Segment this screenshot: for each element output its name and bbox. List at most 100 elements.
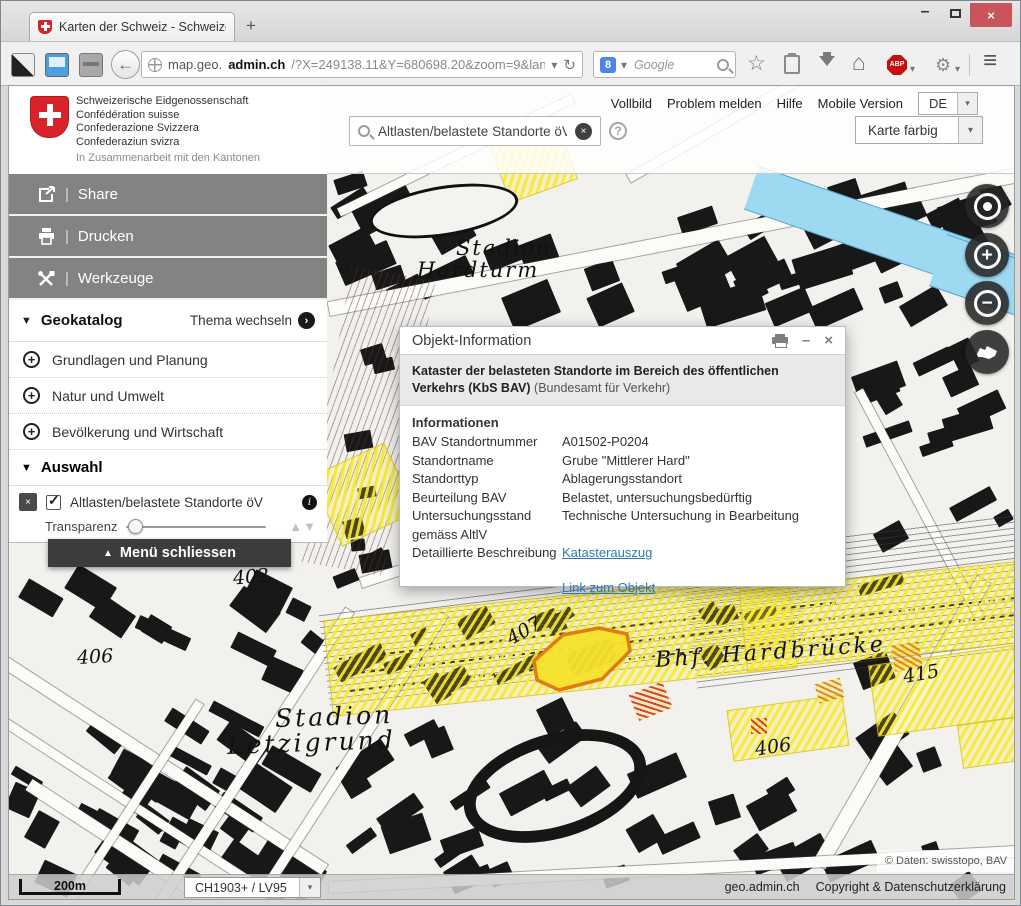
- info-row: BAV StandortnummerA01502-P0204: [412, 433, 833, 452]
- adblock-dropdown-icon[interactable]: ▾: [910, 60, 915, 80]
- transparency-slider[interactable]: [126, 519, 266, 534]
- search-help-icon[interactable]: ?: [609, 122, 627, 140]
- site-header: Schweizerische Eidgenossenschaft Confédé…: [9, 86, 1014, 174]
- category-grundlagen[interactable]: + Grundlagen und Planung: [9, 342, 327, 378]
- back-button[interactable]: ←: [111, 50, 140, 79]
- addon-window-icon[interactable]: [45, 53, 69, 77]
- selection-header[interactable]: ▼ Auswahl: [9, 450, 327, 486]
- window-close-button[interactable]: ×: [970, 3, 1012, 27]
- tools-icon: [37, 270, 56, 287]
- slider-thumb[interactable]: [128, 519, 143, 534]
- map-search-input[interactable]: [376, 123, 569, 140]
- popup-body: Informationen BAV StandortnummerA01502-P…: [400, 406, 845, 606]
- map-label: Bhf. Hardbrücke: [654, 632, 886, 673]
- popup-titlebar[interactable]: Objekt-Information – ×: [400, 327, 845, 354]
- link-problem-melden[interactable]: Problem melden: [667, 96, 762, 111]
- search-engine-bar[interactable]: 8 ▾: [593, 51, 736, 78]
- layer-checkbox[interactable]: ✓: [46, 495, 61, 510]
- collapse-icon: ▼: [21, 462, 32, 474]
- zoom-out-button[interactable]: −: [965, 281, 1009, 325]
- minus-icon: −: [974, 290, 1001, 317]
- sidebar-item-print[interactable]: | Drucken: [9, 216, 327, 256]
- expand-icon: +: [23, 387, 40, 404]
- info-row: Untersuchungsstand gemäss AltlVTechnisch…: [412, 507, 833, 544]
- transparency-row: Transparenz ▲▼: [19, 519, 317, 534]
- addon-dropdown-icon[interactable]: ▾: [955, 60, 960, 80]
- expand-icon: +: [23, 423, 40, 440]
- link-vollbild[interactable]: Vollbild: [611, 96, 652, 111]
- zoom-in-button[interactable]: +: [965, 233, 1009, 277]
- object-link[interactable]: Link zum Objekt: [562, 580, 655, 595]
- web-search-input[interactable]: [632, 57, 712, 73]
- printer-icon: [37, 228, 56, 245]
- info-row: StandortnameGrube "Mittlerer Hard": [412, 452, 833, 471]
- close-icon[interactable]: ×: [824, 333, 833, 348]
- map-style-select[interactable]: Karte farbig ▾: [855, 116, 983, 144]
- language-select[interactable]: DE ▾: [918, 92, 978, 115]
- scale-bar: 200m: [19, 879, 121, 895]
- map-attribution: © Daten: swisstopo, BAV: [877, 850, 1014, 872]
- elevation-label: 415: [901, 660, 941, 688]
- print-icon[interactable]: [772, 334, 788, 347]
- collapse-icon: ▼: [21, 315, 32, 327]
- sidebar: | Share | Drucken | Werkzeuge ▼ Geokatal…: [9, 174, 327, 543]
- info-row: Beurteilung BAVBelastet, untersuchungsbe…: [412, 489, 833, 508]
- google-icon[interactable]: 8: [600, 57, 616, 73]
- home-icon[interactable]: ⌂: [852, 52, 866, 72]
- minimize-icon[interactable]: –: [802, 333, 810, 348]
- elevation-label: 402: [232, 564, 270, 589]
- info-row: Detaillierte BeschreibungKatasterauszug: [412, 544, 833, 563]
- addon-archive-icon[interactable]: [79, 53, 103, 77]
- menu-hamburger-icon[interactable]: ≡: [983, 51, 997, 71]
- addon-gear-icon[interactable]: ⚙: [935, 55, 951, 75]
- window-maximize-button[interactable]: [940, 1, 970, 18]
- sidebar-item-share[interactable]: | Share: [9, 174, 327, 214]
- header-links: Vollbild Problem melden Hilfe Mobile Ver…: [611, 92, 978, 115]
- chevron-down-icon: ▾: [299, 878, 320, 897]
- bookmark-star-icon[interactable]: ☆: [747, 54, 766, 74]
- info-row: StandorttypAblagerungsstandort: [412, 470, 833, 489]
- reload-icon[interactable]: ↻: [563, 56, 576, 74]
- geolocate-button[interactable]: [965, 184, 1009, 228]
- window-minimize-button[interactable]: –: [910, 1, 940, 21]
- new-tab-button[interactable]: +: [246, 16, 256, 36]
- url-dropdown-icon[interactable]: ▾: [551, 58, 557, 72]
- search-magnifier-icon[interactable]: [717, 59, 729, 71]
- layer-label[interactable]: Altlasten/belastete Standorte öV: [70, 495, 293, 510]
- chevron-down-icon: ▾: [957, 93, 977, 114]
- map-search-box[interactable]: ×: [349, 116, 601, 146]
- browser-navbar: ← map.geo.admin.ch/?X=249138.11&Y=680698…: [1, 41, 1020, 86]
- swiss-coat-of-arms: [31, 97, 68, 137]
- expand-icon: +: [23, 351, 40, 368]
- category-natur[interactable]: + Natur und Umwelt: [9, 378, 327, 414]
- adblock-icon[interactable]: ABP: [887, 55, 907, 75]
- kataster-link[interactable]: Katasterauszug: [562, 545, 652, 560]
- downloads-icon[interactable]: [819, 56, 835, 74]
- browser-tab[interactable]: Karten der Schweiz - Schweize...: [29, 12, 235, 41]
- layer-info-icon[interactable]: i: [302, 495, 317, 510]
- projection-select[interactable]: CH1903+ / LV95 ▾: [184, 877, 321, 898]
- engine-dropdown-icon[interactable]: ▾: [621, 58, 627, 72]
- bookmarks-clipboard-icon[interactable]: [784, 55, 800, 74]
- browser-window: Karten der Schweiz - Schweize... + – × ←…: [0, 0, 1021, 906]
- default-extent-button[interactable]: [965, 330, 1009, 374]
- link-hilfe[interactable]: Hilfe: [777, 96, 803, 111]
- copyright-link[interactable]: Copyright & Datenschutzerklärung: [816, 880, 1006, 894]
- switch-theme-button[interactable]: Thema wechseln ›: [190, 312, 315, 329]
- share-icon: [37, 186, 56, 203]
- url-bar[interactable]: map.geo.admin.ch/?X=249138.11&Y=680698.2…: [141, 51, 583, 78]
- geocatalog-panel: ▼ Geokatalog Thema wechseln › + Grundlag…: [9, 300, 327, 543]
- browser-titlebar: Karten der Schweiz - Schweize... + – ×: [1, 1, 1020, 41]
- sidebar-item-tools[interactable]: | Werkzeuge: [9, 258, 327, 298]
- target-icon: [974, 193, 1001, 220]
- addon-mosaic-icon[interactable]: [11, 53, 35, 77]
- geocatalog-header[interactable]: ▼ Geokatalog Thema wechseln ›: [9, 300, 327, 342]
- geoadmin-link[interactable]: geo.admin.ch: [725, 880, 800, 894]
- search-clear-icon[interactable]: ×: [575, 123, 592, 140]
- window-controls: – ×: [910, 1, 1012, 29]
- remove-layer-icon[interactable]: ×: [19, 493, 37, 511]
- close-menu-button[interactable]: ▲ Menü schliessen: [48, 539, 291, 567]
- layer-reorder-icons[interactable]: ▲▼: [289, 519, 317, 534]
- category-bevoelkerung[interactable]: + Bevölkerung und Wirtschaft: [9, 414, 327, 450]
- link-mobile-version[interactable]: Mobile Version: [818, 96, 903, 111]
